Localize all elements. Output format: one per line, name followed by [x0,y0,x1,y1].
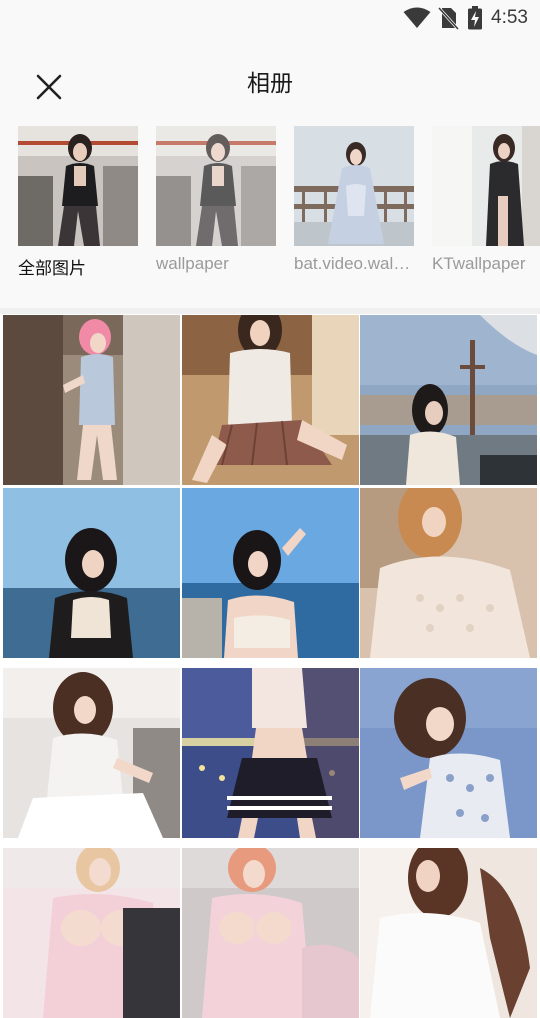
album-strip[interactable]: 全部图片 wallpaper bat.video.wal… KTwallpape… [0,116,540,308]
photo-item[interactable] [360,488,537,658]
photo-item[interactable] [3,488,180,658]
album-label: wallpaper [156,254,229,273]
photo-item[interactable] [360,668,537,838]
album-bat-video-wallpaper[interactable]: bat.video.wal… [294,126,414,274]
photo-item[interactable] [360,315,537,485]
album-thumbnail [18,126,138,246]
album-label: bat.video.wal… [294,254,411,273]
status-bar: 4:53 [0,0,540,36]
divider [0,308,540,314]
photo-item[interactable] [182,488,359,658]
battery-charging-icon [467,6,483,30]
photo-item[interactable] [182,315,359,485]
clock: 4:53 [491,7,528,28]
photo-item[interactable] [182,668,359,838]
album-label: 全部图片 [18,259,86,279]
app-bar: 相册 [0,36,540,116]
album-thumbnail [294,126,414,246]
photo-item[interactable] [3,315,180,485]
album-label: KTwallpaper [432,254,526,273]
status-icons: 4:53 [403,5,528,31]
page-title: 相册 [247,71,293,97]
no-sim-icon [437,6,460,30]
photo-item[interactable] [182,848,359,1018]
photo-item[interactable] [3,848,180,1018]
photo-item[interactable] [3,668,180,838]
wifi-icon [403,7,431,29]
album-thumbnail [156,126,276,246]
album-ktwallpaper[interactable]: KTwallpaper [432,126,540,274]
album-thumbnail [432,126,540,246]
album-wallpaper[interactable]: wallpaper [156,126,276,274]
album-all-photos[interactable]: 全部图片 [18,126,138,279]
photo-item[interactable] [360,848,537,1018]
